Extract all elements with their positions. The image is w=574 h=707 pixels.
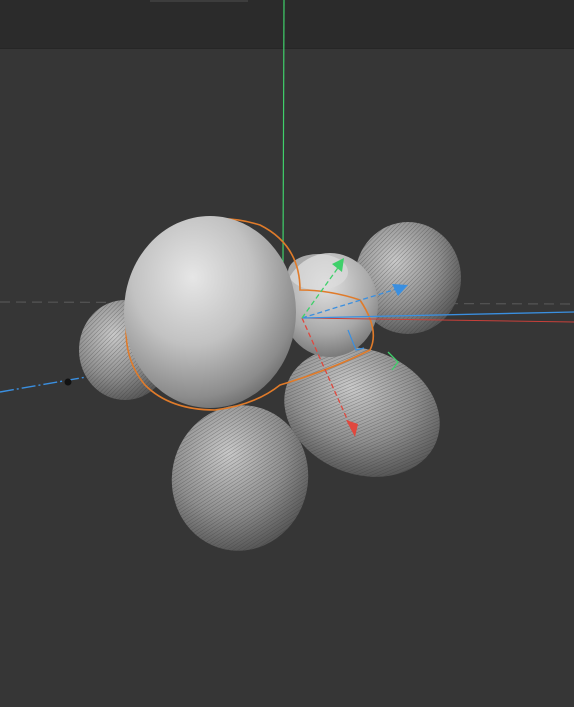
axis-pivot-dot[interactable]: [64, 378, 72, 386]
scene-canvas[interactable]: [0, 0, 574, 707]
world-y-axis-line: [282, 0, 285, 263]
head-sphere[interactable]: [124, 216, 296, 408]
3d-viewport[interactable]: [0, 0, 574, 707]
